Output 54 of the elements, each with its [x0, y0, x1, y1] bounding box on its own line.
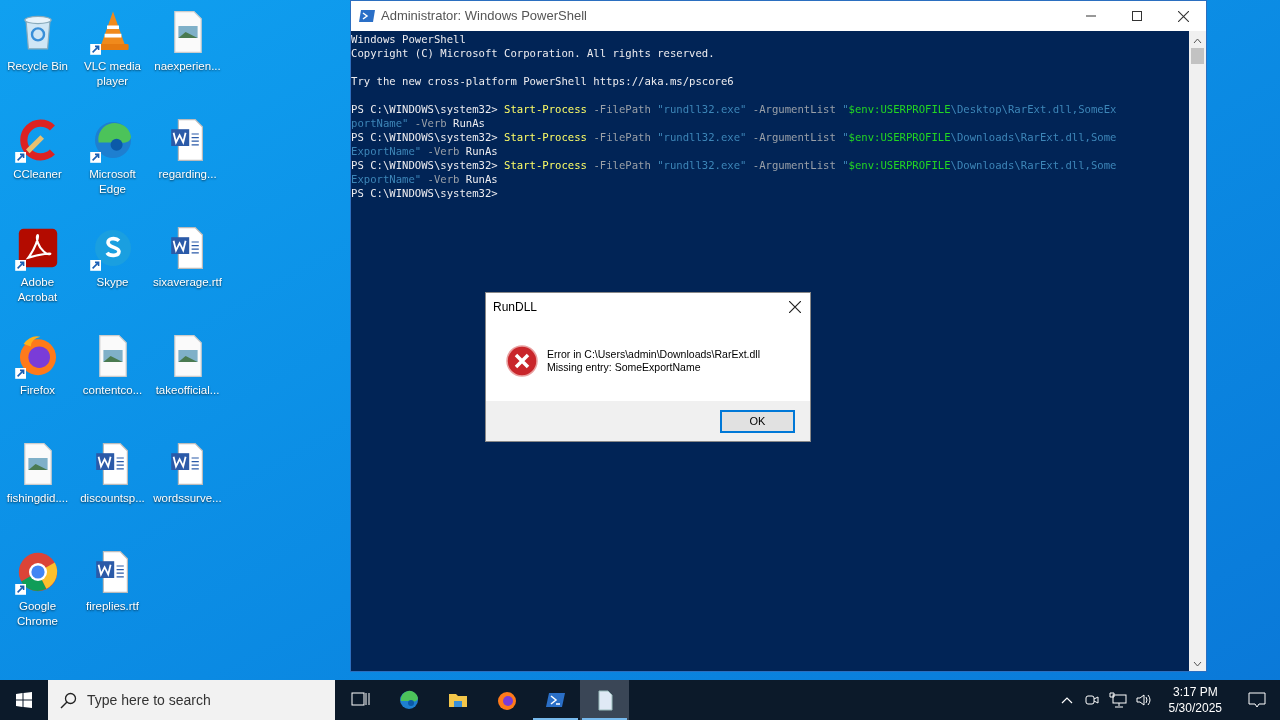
icon-label[interactable]: Recycle Bin	[0, 59, 75, 74]
close-icon	[1177, 10, 1189, 22]
console-line: ExportName" -Verb RunAs	[351, 144, 499, 158]
console-line: Windows PowerShell	[351, 32, 467, 46]
volume-icon[interactable]	[1134, 692, 1153, 708]
icon-label[interactable]: regarding...	[150, 167, 225, 182]
search-field[interactable]: Type here to search	[48, 680, 335, 720]
icon-label[interactable]: Google Chrome	[0, 599, 75, 629]
error-message: Missing entry: SomeExportName	[547, 361, 702, 374]
windows-logo-icon	[16, 692, 32, 708]
browser-icon	[397, 689, 420, 711]
console-line: PS C:\WINDOWS\system32>	[351, 186, 499, 200]
console-line: ExportName" -Verb RunAs	[351, 172, 499, 186]
icon-label[interactable]: CCleaner	[0, 167, 75, 182]
icon-label[interactable]: discountsp...	[75, 491, 150, 506]
icon-label[interactable]: fishingdid....	[0, 491, 75, 506]
icon-label[interactable]: takeofficial...	[150, 383, 225, 398]
console-line: PS C:\WINDOWS\system32> Start-Process -FilePath "rundll32.exe" -ArgumentList "$env:USERPROFILE\Desktop\RarExt.dll,SomeEx	[351, 102, 1118, 116]
console-line: portName" -Verb RunAs	[351, 116, 486, 130]
icon-label[interactable]: VLC media player	[75, 59, 150, 89]
console-line: Copyright (C) Microsoft Corporation. All rights reserved.	[351, 46, 716, 60]
icon-label[interactable]: wordssurve...	[150, 491, 225, 506]
close-icon	[789, 301, 801, 313]
console-line: PS C:\WINDOWS\system32> Start-Process -FilePath "rundll32.exe" -ArgumentList "$env:USERPROFILE\Downloads\RarExt.dll,Some	[351, 158, 1118, 172]
icon-label[interactable]: contentco...	[75, 383, 150, 398]
taskbar-app-button[interactable]	[580, 680, 629, 720]
icon-label[interactable]: Microsoft Edge	[75, 167, 150, 197]
scroll-thumb[interactable]	[1191, 48, 1204, 64]
clock-date[interactable]: 5/30/2025	[1168, 700, 1222, 716]
console-line: PS C:\WINDOWS\system32> Start-Process -FilePath "rundll32.exe" -ArgumentList "$env:USERPROFILE\Downloads\RarExt.dll,Some	[351, 130, 1118, 144]
notification-icon[interactable]	[1248, 692, 1266, 708]
error-message: Error in C:\Users\admin\Downloads\RarExt.dll	[547, 348, 760, 361]
network-icon[interactable]	[1108, 692, 1127, 708]
error-icon	[506, 345, 538, 377]
icon-label[interactable]: Skype	[75, 275, 150, 290]
browser-icon	[495, 689, 518, 711]
icon-label[interactable]: fireplies.rtf	[75, 599, 150, 614]
icon-label[interactable]: naexperien...	[150, 59, 225, 74]
icon-label[interactable]: sixaverage.rtf	[150, 275, 225, 290]
camera-icon[interactable]	[1083, 692, 1100, 708]
chevron-up-icon[interactable]	[1060, 696, 1073, 704]
dialog-title: RunDLL	[493, 299, 538, 316]
scroll-up-icon[interactable]	[1193, 38, 1202, 44]
search-icon	[60, 691, 77, 709]
powershell-icon	[359, 9, 375, 23]
maximize-icon	[1132, 11, 1142, 21]
console-line: Try the new cross-platform PowerShell https://aka.ms/pscore6	[351, 74, 735, 88]
ok-button[interactable]: OK	[720, 409, 795, 433]
window-title: Administrator: Windows PowerShell	[381, 7, 587, 26]
icon-label[interactable]: Adobe Acrobat	[0, 275, 75, 305]
icon-label[interactable]: Firefox	[0, 383, 75, 398]
scrollbar[interactable]	[1189, 31, 1206, 671]
scroll-down-icon[interactable]	[1193, 661, 1202, 667]
clock-time[interactable]: 3:17 PM	[1172, 684, 1218, 700]
